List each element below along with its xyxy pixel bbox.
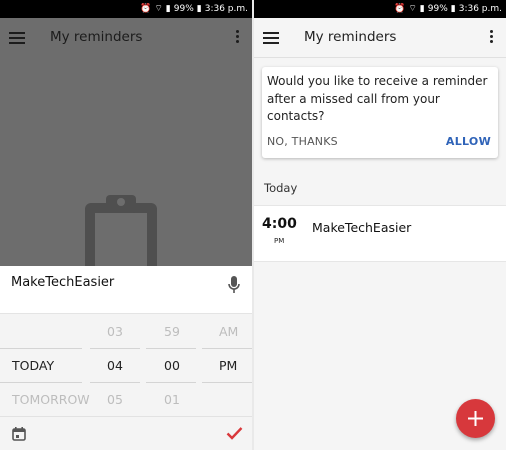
no-thanks-button[interactable]: NO, THANKS [267, 135, 338, 148]
app-bar: My reminders [254, 18, 506, 58]
reminder-list-item[interactable]: 4:00 PM MakeTechEasier [254, 205, 506, 262]
reminder-text-field[interactable]: MakeTechEasier [11, 275, 114, 290]
minute-selected[interactable]: 00 [164, 358, 180, 373]
prompt-text: Would you like to receive a reminder aft… [267, 74, 488, 123]
microphone-icon[interactable] [228, 276, 240, 294]
minute-column[interactable]: 59 00 01 [146, 314, 196, 416]
right-screen: ⏰ ⌔ ▮ 99% ▮ 3:36 p.m. My reminders Would… [254, 0, 506, 450]
app-bar: My reminders [0, 18, 252, 58]
calendar-icon[interactable] [12, 427, 26, 441]
more-options-icon[interactable] [236, 30, 240, 46]
allow-button[interactable]: ALLOW [446, 135, 491, 148]
status-bar: ⏰ ⌔ ▮ 99% ▮ 3:36 p.m. [254, 0, 506, 18]
battery-level: 99% [173, 4, 194, 14]
wifi-icon: ⌔ [408, 4, 417, 14]
page-title: My reminders [304, 29, 397, 45]
missed-call-prompt-card: Would you like to receive a reminder aft… [262, 67, 498, 158]
hour-column[interactable]: 03 04 05 [90, 314, 140, 416]
reminder-title: MakeTechEasier [312, 220, 412, 235]
save-check-icon[interactable] [226, 426, 243, 440]
menu-icon[interactable] [263, 32, 279, 44]
new-reminder-sheet: MakeTechEasier TODAY TOMORROW 03 04 05 5… [0, 266, 252, 450]
dimmed-overlay[interactable] [0, 58, 252, 291]
day-selected[interactable]: TODAY [12, 358, 54, 373]
page-title: My reminders [50, 29, 143, 45]
wifi-icon: ⌔ [154, 4, 163, 14]
sheet-footer [0, 416, 252, 450]
plus-icon [468, 411, 483, 426]
left-screen: ⏰ ⌔ ▮ 99% ▮ 3:36 p.m. My reminders MakeT… [0, 0, 252, 450]
battery-icon: ▮ [450, 4, 456, 14]
minute-next[interactable]: 01 [164, 392, 180, 407]
ampm-prev[interactable]: AM [219, 324, 238, 339]
ampm-column[interactable]: AM PM [202, 314, 252, 416]
signal-icon: ▮ [165, 4, 171, 14]
reminder-ampm: PM [274, 237, 285, 245]
reminder-input-row: MakeTechEasier [0, 266, 252, 314]
day-next[interactable]: TOMORROW [12, 392, 90, 407]
day-column[interactable]: TODAY TOMORROW [0, 314, 90, 416]
hour-selected[interactable]: 04 [107, 358, 123, 373]
add-reminder-button[interactable] [456, 399, 495, 438]
clock: 3:36 p.m. [458, 4, 502, 14]
date-time-picker: TODAY TOMORROW 03 04 05 59 00 01 AM PM [0, 314, 252, 416]
hour-prev[interactable]: 03 [107, 324, 123, 339]
status-bar: ⏰ ⌔ ▮ 99% ▮ 3:36 p.m. [0, 0, 252, 18]
hour-next[interactable]: 05 [107, 392, 123, 407]
signal-icon: ▮ [419, 4, 425, 14]
battery-icon: ▮ [196, 4, 202, 14]
menu-icon[interactable] [9, 32, 25, 44]
ampm-selected[interactable]: PM [219, 358, 237, 373]
alarm-icon: ⏰ [140, 4, 152, 14]
minute-prev[interactable]: 59 [164, 324, 180, 339]
alarm-icon: ⏰ [394, 4, 406, 14]
section-header-today: Today [264, 181, 298, 195]
battery-level: 99% [427, 4, 448, 14]
clock: 3:36 p.m. [204, 4, 248, 14]
more-options-icon[interactable] [490, 30, 494, 46]
reminder-time: 4:00 [262, 216, 297, 232]
